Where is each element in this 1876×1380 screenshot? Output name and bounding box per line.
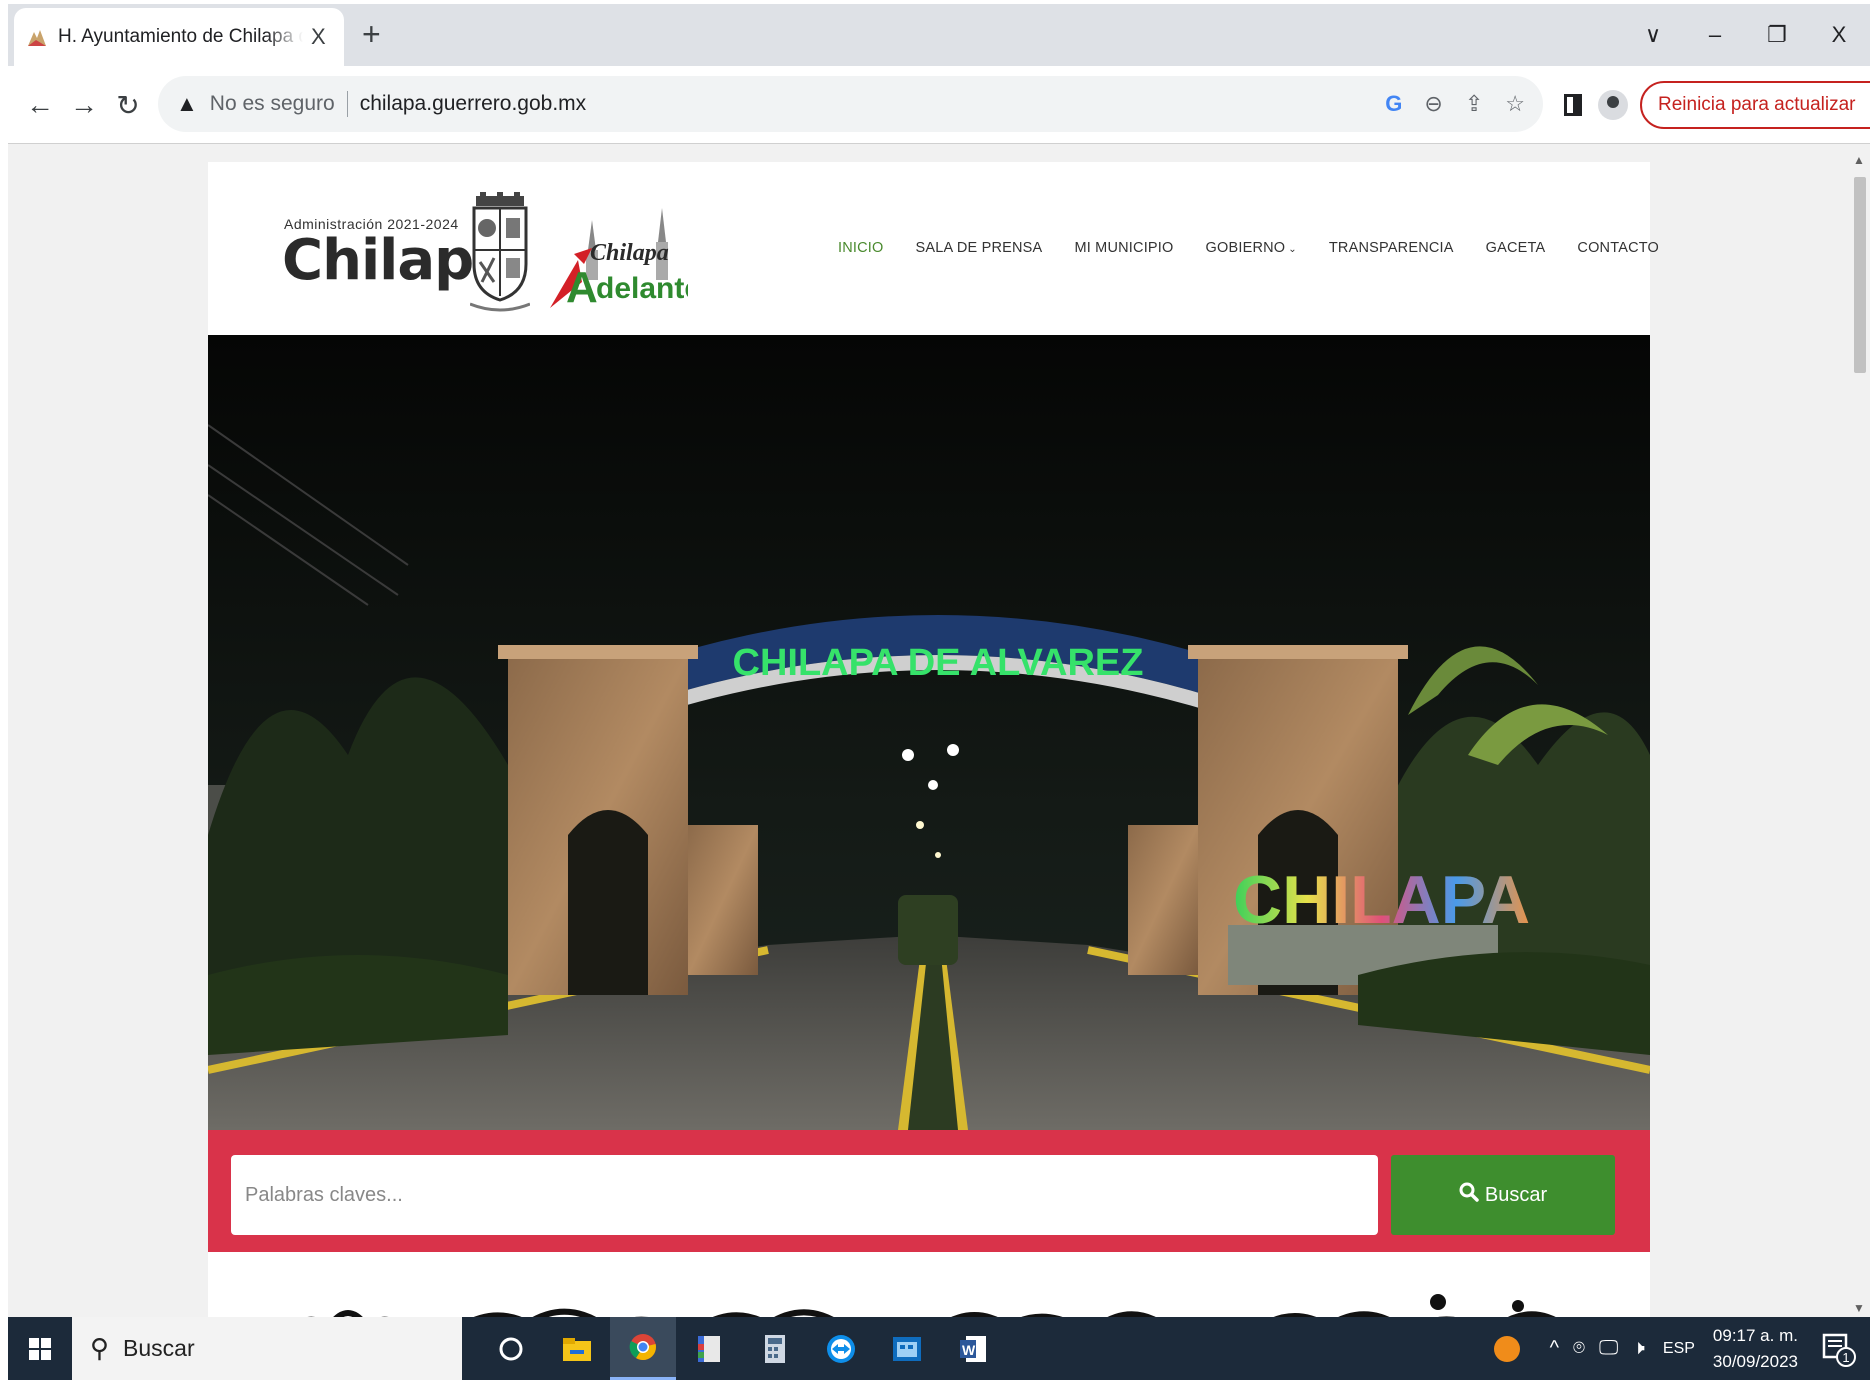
tab-close-icon[interactable]: X [311, 24, 326, 50]
page-scrollbar[interactable]: ▲ ▼ [1850, 145, 1870, 1323]
window-controls: ∨ – ❐ X [1622, 4, 1870, 66]
teamviewer-icon[interactable] [808, 1317, 874, 1380]
google-lens-icon[interactable]: G [1385, 91, 1402, 117]
hero-banner: CHILAPA DE ALVAREZ CHILAPA [208, 335, 1650, 1130]
profile-avatar-icon[interactable] [1598, 90, 1628, 120]
nav-gobierno-label: GOBIERNO [1205, 240, 1286, 256]
address-bar[interactable]: ▲ No es seguro chilapa.guerrero.gob.mx G… [158, 76, 1543, 132]
search-button[interactable]: Buscar [1391, 1155, 1615, 1235]
main-nav: INICIO SALA DE PRENSA MI MUNICIPIO GOBIE… [838, 240, 1659, 256]
reload-icon[interactable]: ↻ [108, 85, 148, 125]
restore-button[interactable]: ❐ [1746, 4, 1808, 66]
outlook-calendar-icon[interactable] [874, 1317, 940, 1380]
svg-text:W: W [962, 1342, 976, 1358]
share-icon[interactable]: ⇪ [1465, 91, 1483, 117]
taskbar-search-label: Buscar [123, 1335, 195, 1361]
document-app-icon[interactable] [676, 1317, 742, 1380]
system-tray: ^ ⌾ 🖵 🕨 ESP 09:17 a. m. 30/09/2023 1 [1493, 1317, 1870, 1380]
security-status[interactable]: No es seguro [210, 92, 335, 116]
page-viewport: Administración 2021-2024 Chilapa Chilapa… [8, 145, 1850, 1323]
back-arrow-icon[interactable]: ← [20, 85, 60, 125]
speaker-muted-icon[interactable]: 🕨 [1632, 1337, 1645, 1360]
start-button[interactable] [8, 1317, 72, 1380]
screen: H. Ayuntamiento de Chilapa de Álvarez X … [8, 4, 1870, 1380]
site-favicon-icon [26, 26, 48, 48]
nav-mi-municipio[interactable]: MI MUNICIPIO [1074, 240, 1173, 256]
clock-date: 30/09/2023 [1712, 1351, 1798, 1371]
notification-center-icon[interactable]: 1 [1818, 1329, 1858, 1369]
chrome-icon[interactable] [610, 1317, 676, 1380]
adelante-letter-a: A [566, 263, 598, 310]
forward-arrow-icon[interactable]: → [64, 85, 104, 125]
language-indicator[interactable]: ESP [1663, 1340, 1695, 1358]
site-header: Administración 2021-2024 Chilapa Chilapa… [208, 162, 1659, 335]
taskbar-apps: W [478, 1317, 1006, 1380]
search-icon [1459, 1182, 1479, 1208]
warning-triangle-icon[interactable]: ▲ [176, 91, 198, 117]
notification-count: 1 [1842, 1350, 1849, 1365]
tab-strip: H. Ayuntamiento de Chilapa de Álvarez X … [8, 4, 1870, 66]
calculator-icon[interactable] [742, 1317, 808, 1380]
nav-transparencia[interactable]: TRANSPARENCIA [1329, 240, 1454, 256]
site-page: Administración 2021-2024 Chilapa Chilapa… [208, 162, 1659, 1323]
word-icon[interactable]: W [940, 1317, 1006, 1380]
bookmark-star-icon[interactable]: ☆ [1505, 91, 1525, 117]
menu-dots-icon[interactable]: ⋮ [1870, 92, 1871, 118]
scroll-up-arrow-icon[interactable]: ▲ [1853, 153, 1865, 167]
tab-search-dropdown-icon[interactable]: ∨ [1622, 4, 1684, 66]
chilapa-letters-sign: CHILAPA [1233, 862, 1530, 938]
nav-contacto[interactable]: CONTACTO [1577, 240, 1659, 256]
chevron-down-icon: ⌄ [1288, 244, 1297, 255]
new-tab-button[interactable]: + [362, 18, 381, 50]
omnibox-actions: G ⊖ ⇪ ☆ [1385, 76, 1525, 132]
clock-time: 09:17 a. m. [1712, 1325, 1798, 1345]
taskbar-search[interactable]: ⚲ Buscar [72, 1317, 462, 1380]
minimize-button[interactable]: – [1684, 4, 1746, 66]
show-hidden-icons-chevron-icon[interactable]: ^ [1550, 1337, 1559, 1360]
nav-gobierno[interactable]: GOBIERNO ⌄ [1206, 240, 1297, 256]
tab-title: H. Ayuntamiento de Chilapa de Álvarez [58, 26, 303, 47]
search-band: Buscar [208, 1130, 1650, 1252]
hero-image: CHILAPA DE ALVAREZ CHILAPA [208, 335, 1650, 1130]
divider [346, 91, 348, 117]
url-text[interactable]: chilapa.guerrero.gob.mx [360, 92, 586, 116]
search-input[interactable] [231, 1155, 1378, 1235]
side-panel-icon[interactable] [1564, 94, 1582, 116]
windows-taskbar: ⚲ Buscar W ^ ⌾ 🖵 🕨 ESP 09:17 a. m. 30/09… [8, 1317, 1870, 1380]
chilapa-adelante-logo: Chilapa A delante [550, 208, 688, 310]
file-explorer-icon[interactable] [544, 1317, 610, 1380]
windows-logo-icon [29, 1337, 51, 1360]
adelante-script: Chilapa [590, 240, 669, 266]
browser-toolbar: ← → ↻ ▲ No es seguro chilapa.guerrero.go… [8, 66, 1870, 144]
search-icon: ⚲ [90, 1333, 110, 1363]
clock[interactable]: 09:17 a. m. 30/09/2023 [1713, 1323, 1798, 1375]
coat-of-arms-icon [470, 192, 530, 312]
update-button[interactable]: Reinicia para actualizar ⋮ [1640, 81, 1870, 129]
nav-inicio[interactable]: INICIO [838, 240, 884, 256]
nav-sala-de-prensa[interactable]: SALA DE PRENSA [916, 240, 1043, 256]
adelante-word: delante [596, 272, 688, 305]
update-label: Reinicia para actualizar [1658, 94, 1856, 115]
tray-app-icon[interactable] [1493, 1335, 1520, 1362]
scrollbar-thumb[interactable] [1854, 177, 1866, 373]
browser-tab[interactable]: H. Ayuntamiento de Chilapa de Álvarez X [14, 8, 344, 66]
toolbar-right: Reinicia para actualizar ⋮ [1556, 66, 1870, 144]
network-icon[interactable]: 🖵 [1599, 1337, 1618, 1360]
cortana-icon[interactable] [478, 1317, 544, 1380]
webcam-icon[interactable]: ⌾ [1573, 1337, 1585, 1360]
scroll-down-arrow-icon[interactable]: ▼ [1853, 1301, 1865, 1315]
nav-gaceta[interactable]: GACETA [1486, 240, 1546, 256]
search-button-label: Buscar [1484, 1183, 1548, 1206]
close-window-button[interactable]: X [1808, 4, 1870, 66]
arch-sign-text: CHILAPA DE ALVAREZ [733, 642, 1144, 684]
zoom-icon[interactable]: ⊖ [1424, 91, 1442, 117]
